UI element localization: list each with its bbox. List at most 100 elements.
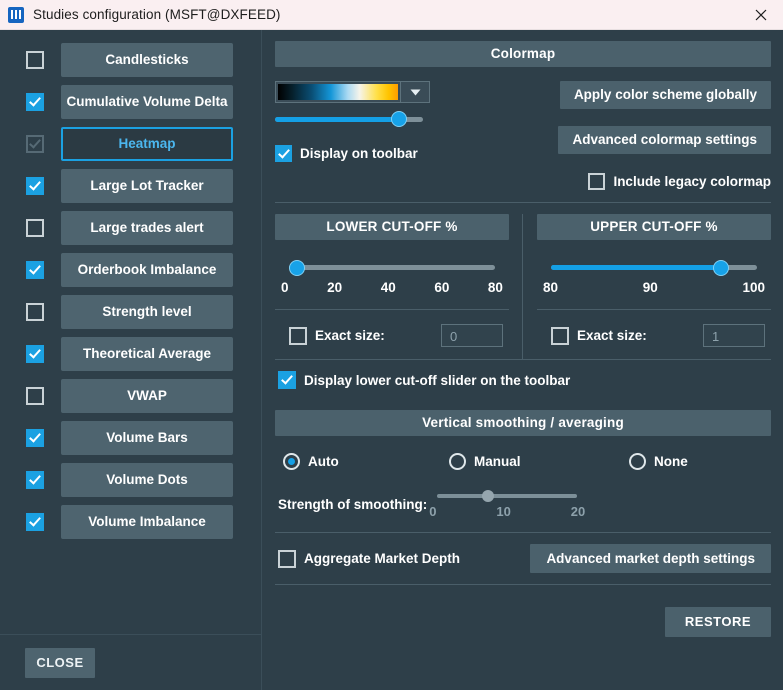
- opacity-knob[interactable]: [391, 111, 408, 127]
- radio-button[interactable]: [629, 453, 646, 470]
- study-row[interactable]: Cumulative Volume Delta: [0, 84, 261, 120]
- upper-cutoff-ticks: 80 90 100: [543, 280, 765, 295]
- smoothing-option-manual[interactable]: Manual: [449, 453, 629, 470]
- study-row[interactable]: Candlesticks: [0, 42, 261, 78]
- study-button[interactable]: Strength level: [61, 295, 233, 329]
- study-row[interactable]: Volume Imbalance: [0, 504, 261, 540]
- apply-color-scheme-globally-button[interactable]: Apply color scheme globally: [559, 81, 771, 109]
- upper-cutoff-slider[interactable]: [551, 259, 757, 277]
- display-on-toolbar-checkbox[interactable]: [275, 145, 292, 162]
- colormap-opacity-slider[interactable]: [275, 110, 423, 128]
- tick-label: 40: [380, 280, 396, 295]
- study-button[interactable]: Volume Bars: [61, 421, 233, 455]
- study-row[interactable]: Large trades alert: [0, 210, 261, 246]
- window-title: Studies configuration (MSFT@DXFEED): [33, 7, 281, 22]
- study-button[interactable]: Cumulative Volume Delta: [61, 85, 233, 119]
- study-row[interactable]: Theoretical Average: [0, 336, 261, 372]
- smoothing-options: Auto Manual None: [275, 436, 771, 470]
- cutoffs-block: LOWER CUT-OFF % 0 20 40 60 80 Exact size: 0: [275, 203, 771, 359]
- close-icon[interactable]: [738, 0, 783, 29]
- study-button[interactable]: Volume Dots: [61, 463, 233, 497]
- aggregate-market-depth-row: Aggregate Market Depth Advanced market d…: [275, 532, 771, 585]
- study-checkbox[interactable]: [26, 219, 44, 237]
- study-button[interactable]: Large trades alert: [61, 211, 233, 245]
- colormap-select[interactable]: [275, 81, 430, 103]
- display-lower-slider-label: Display lower cut-off slider on the tool…: [304, 372, 571, 388]
- strength-knob[interactable]: [482, 490, 495, 502]
- settings-panel: Colormap Display on toolbar Apply color …: [262, 30, 783, 690]
- aggregate-market-depth-checkbox[interactable]: [278, 549, 296, 568]
- study-button[interactable]: Volume Imbalance: [61, 505, 233, 539]
- radio-button[interactable]: [449, 453, 466, 470]
- display-lower-slider-checkbox[interactable]: [278, 371, 296, 389]
- lower-exact-size-input[interactable]: 0: [441, 324, 503, 347]
- upper-exact-size-row: Exact size: 1: [537, 310, 771, 359]
- study-button[interactable]: Orderbook Imbalance: [61, 253, 233, 287]
- tick-label: 90: [642, 280, 658, 295]
- study-checkbox[interactable]: [26, 303, 44, 321]
- aggregate-market-depth-label: Aggregate Market Depth: [304, 551, 461, 566]
- study-row[interactable]: Volume Bars: [0, 420, 261, 456]
- study-row[interactable]: VWAP: [0, 378, 261, 414]
- radio-label: Auto: [308, 454, 339, 469]
- upper-cutoff-column: UPPER CUT-OFF % 80 90 100 Exact size: 1: [523, 214, 771, 359]
- lower-cutoff-column: LOWER CUT-OFF % 0 20 40 60 80 Exact size: 0: [275, 214, 523, 359]
- include-legacy-colormap-row[interactable]: Include legacy colormap: [588, 173, 771, 190]
- studies-list: Candlesticks Cumulative Volume Delta Heatm…: [0, 30, 261, 634]
- upper-cutoff-knob[interactable]: [712, 260, 729, 276]
- tick-label: 0: [429, 504, 437, 519]
- study-checkbox[interactable]: [26, 345, 44, 363]
- tick-label: 20: [327, 280, 343, 295]
- smoothing-option-auto[interactable]: Auto: [283, 453, 449, 470]
- title-bar: Studies configuration (MSFT@DXFEED): [0, 0, 783, 30]
- study-checkbox[interactable]: [26, 135, 44, 153]
- radio-button[interactable]: [283, 453, 300, 470]
- upper-exact-size-input[interactable]: 1: [703, 324, 765, 347]
- upper-exact-size-checkbox[interactable]: [551, 326, 569, 345]
- restore-button[interactable]: RESTORE: [664, 607, 771, 637]
- tick-label: 80: [543, 280, 559, 295]
- lower-cutoff-slider[interactable]: [289, 259, 495, 277]
- lower-cutoff-knob[interactable]: [289, 260, 305, 276]
- study-checkbox[interactable]: [26, 513, 44, 531]
- study-row[interactable]: Volume Dots: [0, 462, 261, 498]
- study-checkbox[interactable]: [26, 387, 44, 405]
- study-row[interactable]: Strength level: [0, 294, 261, 330]
- study-checkbox[interactable]: [26, 261, 44, 279]
- advanced-colormap-settings-button[interactable]: Advanced colormap settings: [558, 126, 771, 154]
- advanced-market-depth-settings-button[interactable]: Advanced market depth settings: [530, 544, 771, 573]
- study-button[interactable]: Candlesticks: [61, 43, 233, 77]
- tick-label: 60: [434, 280, 450, 295]
- study-checkbox[interactable]: [26, 429, 44, 447]
- radio-label: None: [654, 454, 688, 469]
- tick-label: 10: [496, 504, 511, 519]
- study-row[interactable]: Orderbook Imbalance: [0, 252, 261, 288]
- tick-label: 100: [742, 280, 765, 295]
- lower-exact-size-checkbox[interactable]: [289, 326, 307, 345]
- lower-cutoff-header: LOWER CUT-OFF %: [275, 214, 509, 240]
- upper-cutoff-header: UPPER CUT-OFF %: [537, 214, 771, 240]
- study-button[interactable]: Large Lot Tracker: [61, 169, 233, 203]
- smoothing-option-none[interactable]: None: [629, 453, 688, 470]
- display-lower-slider-row[interactable]: Display lower cut-off slider on the tool…: [275, 359, 771, 401]
- study-button[interactable]: Heatmap: [61, 127, 233, 161]
- study-checkbox[interactable]: [26, 177, 44, 195]
- opacity-fill: [275, 117, 400, 122]
- close-button[interactable]: CLOSE: [25, 647, 95, 678]
- include-legacy-colormap-label: Include legacy colormap: [613, 174, 771, 189]
- lower-exact-size-label: Exact size:: [315, 328, 385, 343]
- study-button[interactable]: Theoretical Average: [61, 337, 233, 371]
- study-row[interactable]: Heatmap: [0, 126, 261, 162]
- chevron-down-icon[interactable]: [400, 82, 429, 102]
- strength-of-smoothing-label: Strength of smoothing:: [278, 497, 428, 512]
- colormap-gradient-swatch: [278, 84, 398, 100]
- include-legacy-colormap-checkbox[interactable]: [588, 173, 606, 190]
- study-button[interactable]: VWAP: [61, 379, 233, 413]
- smoothing-block: Vertical smoothing / averaging Auto Manua…: [275, 401, 771, 519]
- study-row[interactable]: Large Lot Tracker: [0, 168, 261, 204]
- study-checkbox[interactable]: [26, 471, 44, 489]
- study-checkbox[interactable]: [26, 93, 44, 111]
- display-on-toolbar-row[interactable]: Display on toolbar: [275, 145, 537, 162]
- lower-cutoff-ticks: 0 20 40 60 80: [281, 280, 503, 295]
- study-checkbox[interactable]: [26, 51, 44, 69]
